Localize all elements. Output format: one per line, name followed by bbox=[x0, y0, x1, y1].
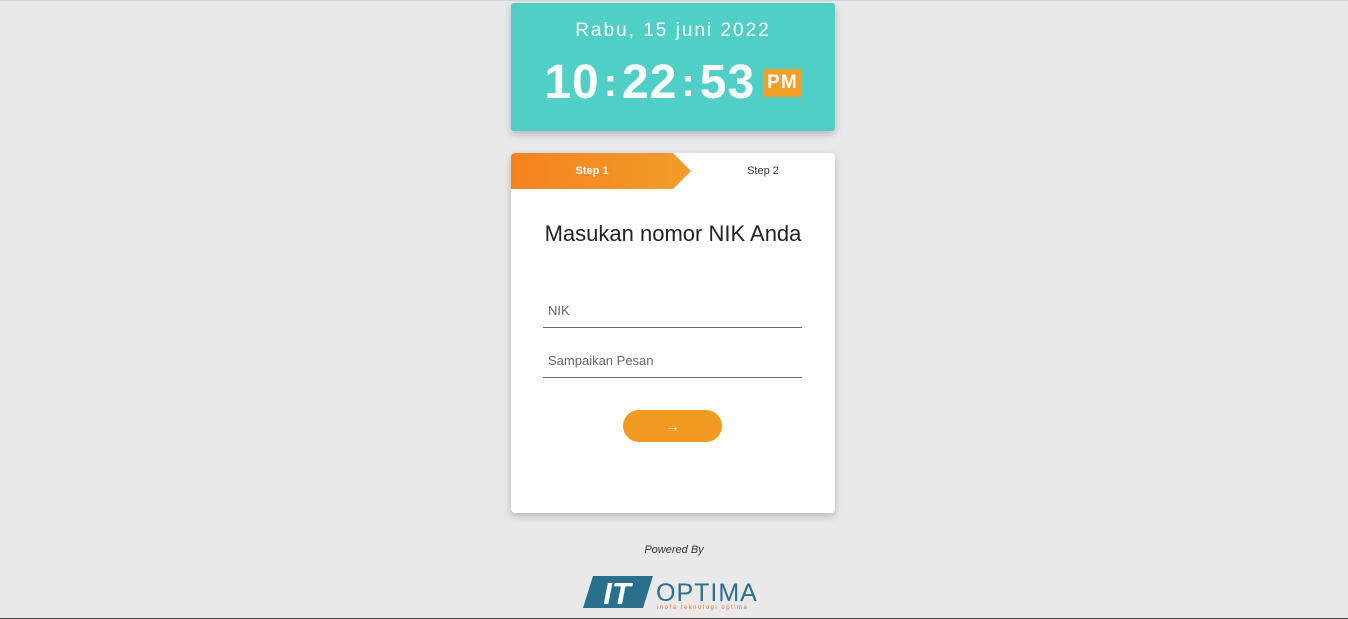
clock-ampm-badge: PM bbox=[763, 69, 802, 97]
clock-card: Rabu, 15 juni 2022 10 : 22 : 53 PM bbox=[511, 3, 835, 131]
logo-name-text: OPTIMA bbox=[656, 579, 758, 607]
step-1-tab[interactable]: Step 1 bbox=[511, 153, 691, 189]
step-indicator: Step 1 Step 2 bbox=[511, 153, 835, 189]
clock-hours: 10 bbox=[544, 56, 600, 109]
step-2-tab[interactable]: Step 2 bbox=[691, 153, 835, 189]
clock-time: 10 : 22 : 53 PM bbox=[511, 53, 835, 113]
clock-minutes: 22 bbox=[622, 56, 678, 109]
clock-date: Rabu, 15 juni 2022 bbox=[575, 20, 771, 41]
nik-form-card: Step 1 Step 2 Masukan nomor NIK Anda → bbox=[511, 153, 835, 513]
nik-input[interactable] bbox=[543, 294, 802, 328]
form-title: Masukan nomor NIK Anda bbox=[544, 221, 802, 246]
message-input[interactable] bbox=[543, 344, 802, 378]
it-optima-logo: IT OPTIMA inofa teknologi optima bbox=[583, 576, 758, 611]
clock-separator: : bbox=[681, 61, 696, 105]
clock-separator: : bbox=[603, 61, 619, 105]
next-button[interactable]: → bbox=[623, 410, 722, 442]
logo-it-text: IT bbox=[603, 576, 634, 611]
arrow-right-icon: → bbox=[665, 418, 680, 434]
clock-seconds: 53 bbox=[699, 56, 756, 109]
powered-by-label: Powered By bbox=[644, 544, 704, 556]
logo-tagline-text: inofa teknologi optima bbox=[657, 605, 748, 611]
